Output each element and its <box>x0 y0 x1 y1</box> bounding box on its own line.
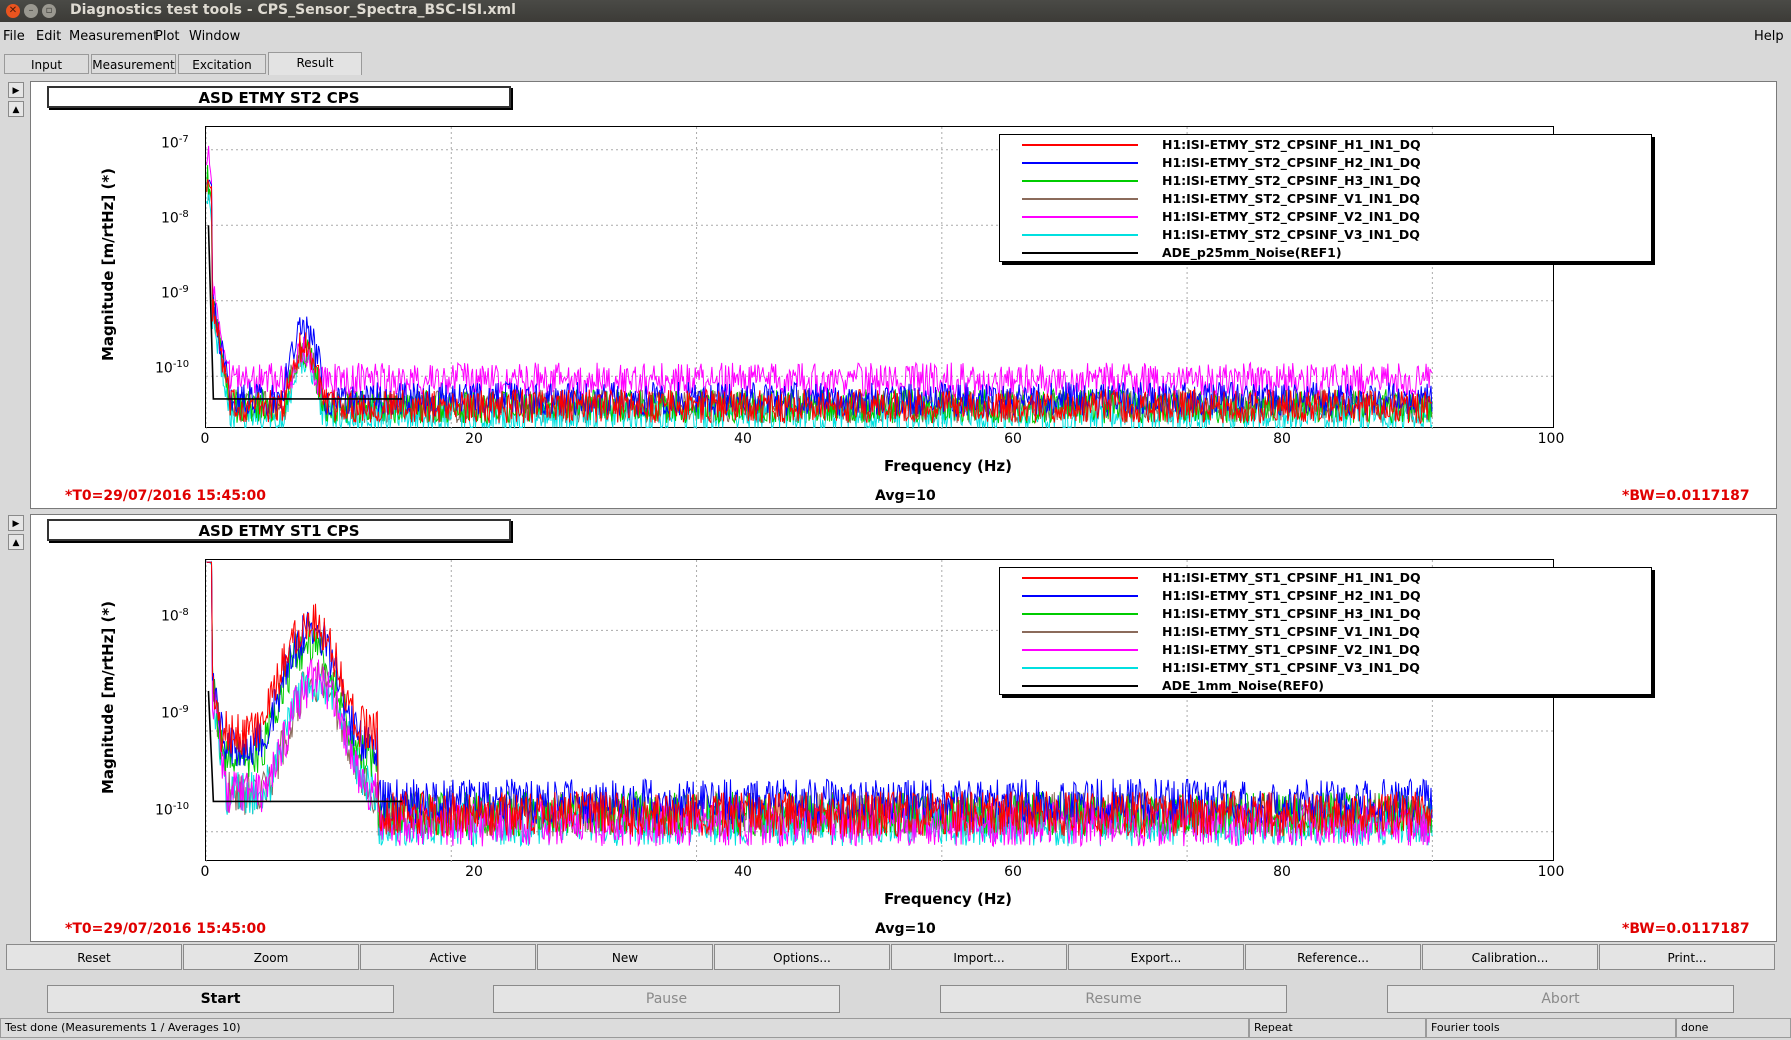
measurement-controls: Start Pause Resume Abort <box>0 985 1791 1015</box>
tab-bar: Input Measurement Excitation Result <box>0 52 1791 76</box>
x-tick-label: 20 <box>465 864 483 880</box>
expand-arrow-icon[interactable]: ▶ <box>8 82 24 98</box>
x-tick-label: 0 <box>200 864 210 880</box>
plot-title: ASD ETMY ST2 CPS <box>47 86 511 108</box>
y-tick-label: 10-9 <box>161 704 189 722</box>
print-button[interactable]: Print... <box>1599 944 1775 970</box>
bw-label: *BW=0.0117187 <box>1622 921 1750 937</box>
y-tick-label: 10-9 <box>161 284 189 302</box>
options-button[interactable]: Options... <box>714 944 890 970</box>
calibration-button[interactable]: Calibration... <box>1422 944 1598 970</box>
x-tick-label: 40 <box>734 431 752 447</box>
x-tick-label: 100 <box>1537 431 1565 447</box>
menu-bar: File Edit Measurement Plot Window Help <box>0 27 1791 47</box>
y-tick-label: 10-10 <box>155 359 190 377</box>
menu-window[interactable]: Window <box>189 29 240 44</box>
x-tick-label: 20 <box>465 431 483 447</box>
window-titlebar: ✕ – ▫ Diagnostics test tools - CPS_Senso… <box>0 0 1791 22</box>
pause-button[interactable]: Pause <box>493 985 840 1013</box>
menu-edit[interactable]: Edit <box>36 29 61 44</box>
y-tick-label: 10-10 <box>155 801 190 819</box>
status-state: done <box>1676 1018 1791 1038</box>
collapse-arrow-icon[interactable]: ▲ <box>8 101 24 117</box>
reset-button[interactable]: Reset <box>6 944 182 970</box>
x-tick-label: 80 <box>1273 431 1291 447</box>
start-button[interactable]: Start <box>47 985 394 1013</box>
plot-panel-st2[interactable]: ASD ETMY ST2 CPS H1:ISI-ETMY_ST2_CPSINF_… <box>30 81 1777 509</box>
avg-label: Avg=10 <box>875 488 936 504</box>
tab-input[interactable]: Input <box>4 54 89 74</box>
t0-label: *T0=29/07/2016 15:45:00 <box>65 488 267 504</box>
tab-excitation[interactable]: Excitation <box>178 54 266 74</box>
minimize-window-icon[interactable]: – <box>24 4 38 18</box>
zoom-button[interactable]: Zoom <box>183 944 359 970</box>
tab-result[interactable]: Result <box>268 52 362 75</box>
bw-label: *BW=0.0117187 <box>1622 488 1750 504</box>
export-button[interactable]: Export... <box>1068 944 1244 970</box>
x-tick-label: 100 <box>1537 864 1565 880</box>
window-title: Diagnostics test tools - CPS_Sensor_Spec… <box>70 2 516 18</box>
collapse-arrow-icon[interactable]: ▲ <box>8 534 24 550</box>
status-message: Test done (Measurements 1 / Averages 10) <box>0 1018 1249 1038</box>
new-button[interactable]: New <box>537 944 713 970</box>
x-tick-label: 60 <box>1004 431 1022 447</box>
plot-legend: H1:ISI-ETMY_ST2_CPSINF_H1_IN1_DQ H1:ISI-… <box>999 134 1652 262</box>
menu-plot[interactable]: Plot <box>155 29 180 44</box>
avg-label: Avg=10 <box>875 921 936 937</box>
resume-button[interactable]: Resume <box>940 985 1287 1013</box>
expand-arrow-icon[interactable]: ▶ <box>8 515 24 531</box>
x-tick-label: 0 <box>200 431 210 447</box>
x-tick-label: 80 <box>1273 864 1291 880</box>
tab-measurement[interactable]: Measurement <box>91 54 176 74</box>
plot-legend: H1:ISI-ETMY_ST1_CPSINF_H1_IN1_DQ H1:ISI-… <box>999 567 1652 695</box>
x-axis-label: Frequency (Hz) <box>884 890 1013 908</box>
plot-title: ASD ETMY ST1 CPS <box>47 519 511 541</box>
active-button[interactable]: Active <box>360 944 536 970</box>
status-repeat: Repeat <box>1249 1018 1426 1038</box>
t0-label: *T0=29/07/2016 15:45:00 <box>65 921 267 937</box>
status-tool: Fourier tools <box>1426 1018 1676 1038</box>
x-axis-label: Frequency (Hz) <box>884 457 1013 475</box>
plot-panel-st1[interactable]: ASD ETMY ST1 CPS H1:ISI-ETMY_ST1_CPSINF_… <box>30 514 1777 942</box>
plot-button-row: Reset Zoom Active New Options... Import.… <box>6 944 1784 970</box>
abort-button[interactable]: Abort <box>1387 985 1734 1013</box>
x-tick-label: 40 <box>734 864 752 880</box>
menu-file[interactable]: File <box>3 29 25 44</box>
x-tick-label: 60 <box>1004 864 1022 880</box>
y-axis-label: Magnitude [m/rtHz] (*) <box>99 167 117 361</box>
reference-button[interactable]: Reference... <box>1245 944 1421 970</box>
y-tick-label: 10-7 <box>161 134 189 152</box>
menu-help[interactable]: Help <box>1754 29 1784 44</box>
import-button[interactable]: Import... <box>891 944 1067 970</box>
y-axis-label: Magnitude [m/rtHz] (*) <box>99 600 117 794</box>
close-window-icon[interactable]: ✕ <box>6 4 20 18</box>
maximize-window-icon[interactable]: ▫ <box>42 4 56 18</box>
y-tick-label: 10-8 <box>161 607 189 625</box>
y-tick-label: 10-8 <box>161 209 189 227</box>
menu-measurement[interactable]: Measurement <box>69 29 158 44</box>
status-bar: Test done (Measurements 1 / Averages 10)… <box>0 1018 1791 1038</box>
